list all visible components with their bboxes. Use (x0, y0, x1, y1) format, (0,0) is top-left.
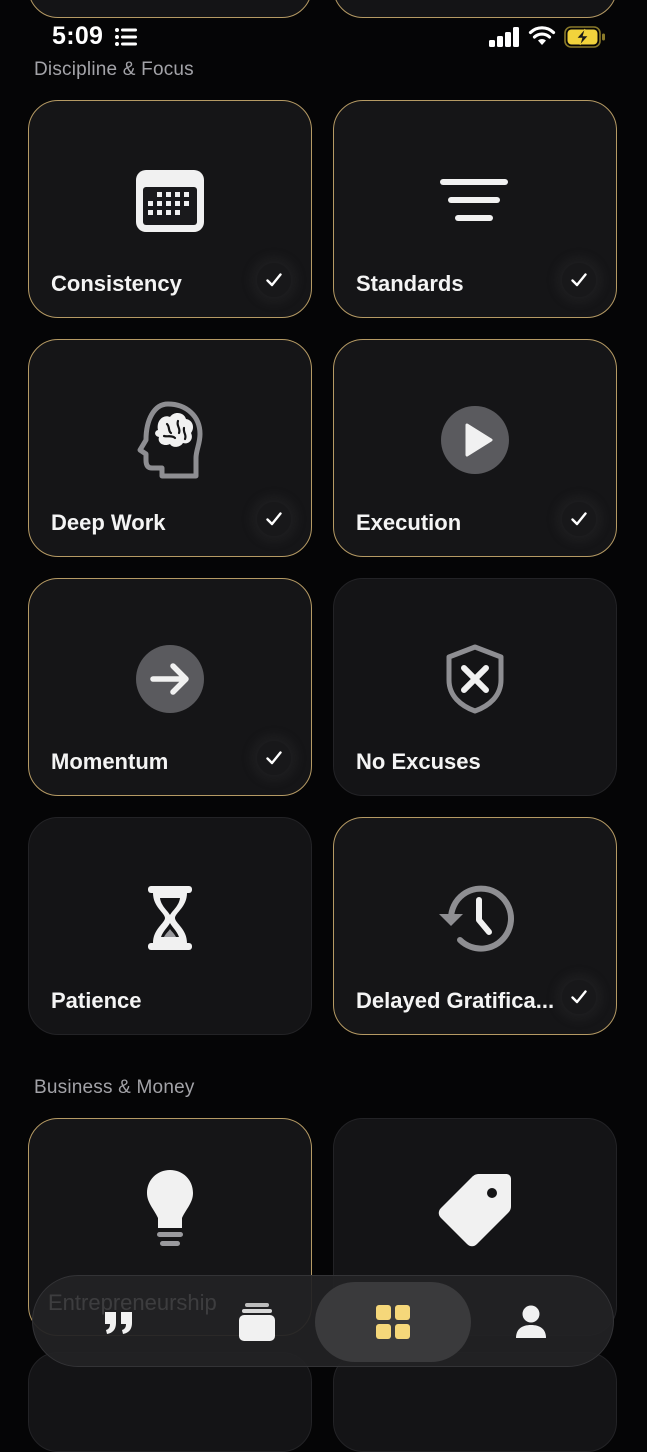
card-label: Delayed Gratifica... (356, 988, 555, 1013)
card-label: Patience (51, 988, 142, 1013)
person-icon (516, 1305, 546, 1338)
tab-cards[interactable] (179, 1282, 335, 1362)
card-delayed-gratification[interactable]: Delayed Gratifica... (333, 817, 617, 1035)
quote-icon (105, 1312, 132, 1334)
lightbulb-icon (130, 1169, 210, 1249)
checkmark-icon (562, 502, 596, 536)
history-clock-icon (435, 878, 515, 958)
tab-categories[interactable] (315, 1282, 471, 1362)
shield-x-icon (435, 639, 515, 719)
section-title-discipline: Discipline & Focus (34, 59, 194, 80)
battery-icon (564, 26, 605, 48)
grid-icon (376, 1305, 410, 1339)
card-label: Execution (356, 510, 462, 535)
section-title-business: Business & Money (34, 1077, 195, 1098)
card-standards[interactable]: Standards (333, 100, 617, 318)
hourglass-icon (130, 878, 210, 958)
card-no-excuses[interactable]: No Excuses (333, 578, 617, 796)
checkmark-icon (562, 980, 596, 1014)
card-label: Consistency (51, 271, 182, 296)
partial-card-bottom-right[interactable] (333, 1352, 617, 1452)
calendar-icon (130, 161, 210, 241)
card-patience[interactable]: Patience (28, 817, 312, 1035)
status-time: 5:09 (52, 22, 104, 50)
status-bar: 5:09 (0, 0, 647, 60)
card-label: No Excuses (356, 749, 481, 774)
cards-stack-icon (239, 1303, 275, 1341)
card-label: Standards (356, 271, 464, 296)
tag-icon (435, 1169, 515, 1249)
tab-bar (32, 1275, 614, 1367)
card-deep-work[interactable]: Deep Work (28, 339, 312, 557)
tab-profile[interactable] (453, 1282, 609, 1362)
card-execution[interactable]: Execution (333, 339, 617, 557)
partial-card-bottom-left[interactable] (28, 1352, 312, 1452)
wifi-icon (528, 26, 556, 45)
lines-icon (435, 161, 515, 241)
card-label: Deep Work (51, 510, 166, 535)
list-icon (115, 28, 137, 46)
checkmark-icon (257, 263, 291, 297)
checkmark-icon (257, 502, 291, 536)
card-momentum[interactable]: Momentum (28, 578, 312, 796)
play-icon (435, 400, 515, 480)
card-label: Momentum (51, 749, 169, 774)
checkmark-icon (257, 741, 291, 775)
arrow-right-icon (130, 639, 210, 719)
card-consistency[interactable]: Consistency (28, 100, 312, 318)
brain-head-icon (130, 400, 210, 480)
checkmark-icon (562, 263, 596, 297)
tab-quotes[interactable] (41, 1282, 197, 1362)
signal-icon (489, 27, 519, 47)
